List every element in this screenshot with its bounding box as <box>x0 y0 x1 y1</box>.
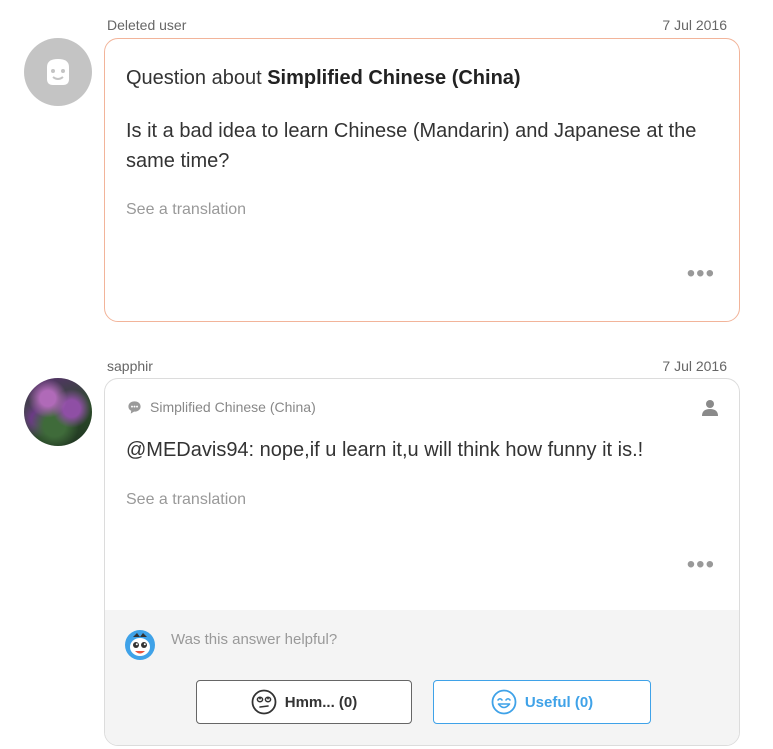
deleted-user-avatar-icon <box>47 59 69 85</box>
question-card: Question about Simplified Chinese (China… <box>104 38 740 322</box>
answer-avatar[interactable] <box>24 378 92 446</box>
hmm-button[interactable]: Hmm... (0) <box>196 680 412 724</box>
more-dots-icon[interactable]: ••• <box>687 553 715 577</box>
answer-language-row: Simplified Chinese (China) <box>127 399 316 415</box>
answer-language: Simplified Chinese (China) <box>150 399 316 415</box>
question-title: Question about Simplified Chinese (China… <box>126 67 521 90</box>
answer-body: @MEDavis94: nope,if u learn it,u will th… <box>126 439 644 461</box>
see-translation-link[interactable]: See a translation <box>126 491 246 509</box>
smile-face-icon <box>491 689 517 715</box>
more-dots-icon[interactable]: ••• <box>687 262 715 286</box>
person-icon[interactable] <box>701 399 719 422</box>
helpful-prompt: Was this answer helpful? <box>171 631 338 648</box>
answer-feedback-footer: Was this answer helpful? Hmm... (0) Usef… <box>105 610 739 745</box>
question-author[interactable]: Deleted user <box>107 17 186 33</box>
answer-author[interactable]: sapphir <box>107 358 153 374</box>
answer-card: Simplified Chinese (China) @MEDavis94: n… <box>104 378 740 746</box>
question-language[interactable]: Simplified Chinese (China) <box>267 67 520 89</box>
see-translation-link[interactable]: See a translation <box>126 201 246 219</box>
question-title-prefix: Question about <box>126 67 268 89</box>
hmm-button-label: Hmm... (0) <box>284 693 358 711</box>
question-date: 7 Jul 2016 <box>662 17 727 33</box>
answer-date: 7 Jul 2016 <box>662 358 727 374</box>
hmm-face-icon <box>251 689 277 715</box>
useful-button-label: Useful (0) <box>524 693 594 711</box>
mascot-icon <box>125 630 155 665</box>
deleted-user-avatar[interactable] <box>24 38 92 106</box>
speech-bubble-icon <box>128 400 141 414</box>
question-body: Is it a bad idea to learn Chinese (Manda… <box>126 120 697 172</box>
useful-button[interactable]: Useful (0) <box>433 680 651 724</box>
